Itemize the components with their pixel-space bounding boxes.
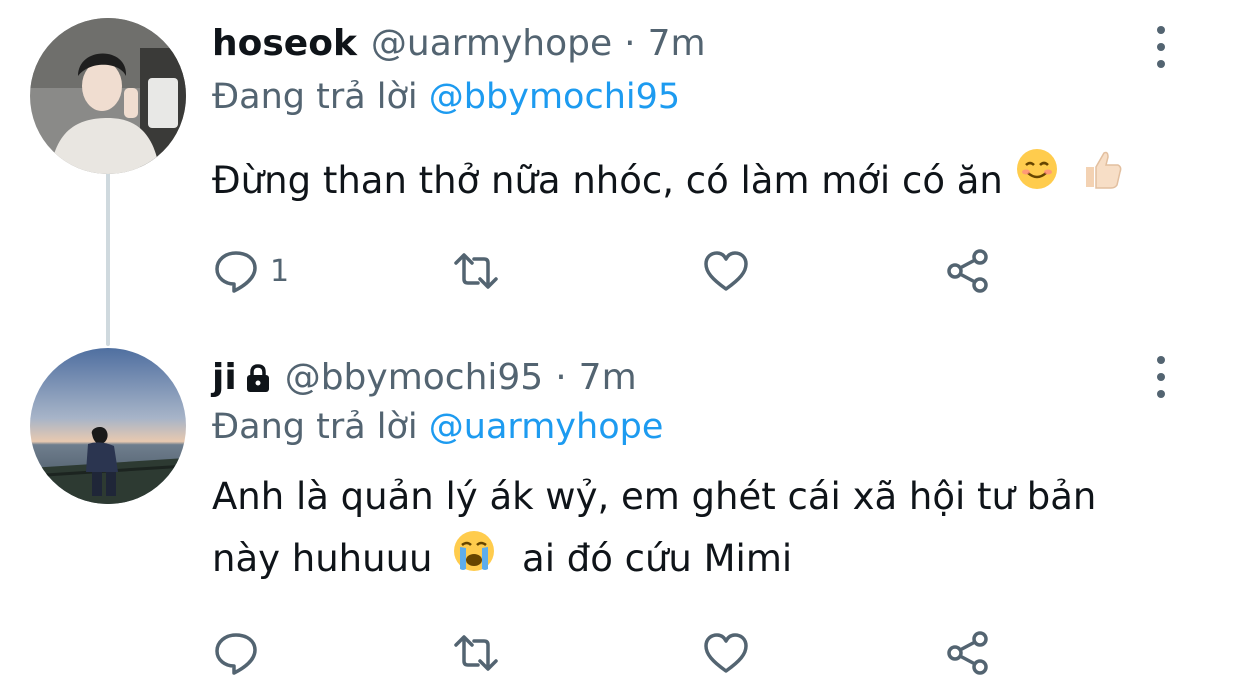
lock-icon (246, 364, 269, 392)
reply-icon (215, 633, 257, 675)
display-name[interactable]: hoseok (212, 26, 357, 62)
user-handle[interactable]: @bbymochi95 (285, 360, 544, 396)
like-button[interactable] (702, 628, 750, 678)
user-handle[interactable]: @uarmyhope (371, 26, 612, 62)
replying-mention[interactable]: @bbymochi95 (429, 77, 680, 117)
tweet-text: Đừng than thở nữa nhóc, có làm mới có ăn (212, 147, 1172, 212)
smiling-face-emoji (1015, 147, 1059, 210)
retweet-button[interactable] (452, 246, 500, 296)
tweet-header: ji @bbymochi95 · 7m (212, 360, 637, 396)
retweet-icon (454, 253, 498, 289)
avatar[interactable] (30, 18, 186, 174)
share-button[interactable] (944, 246, 992, 296)
replying-label: Đang trả lời (212, 407, 418, 447)
share-button[interactable] (944, 628, 992, 678)
thumbs-up-emoji (1080, 147, 1124, 210)
reply-thread: hoseok @uarmyhope · 7m Đang trả lời @bby… (0, 0, 1242, 694)
share-icon (947, 631, 988, 675)
separator-dot: · (624, 23, 636, 64)
tweet-header: hoseok @uarmyhope · 7m (212, 26, 706, 62)
tweet-actions: 1 (212, 246, 1012, 296)
tweet-text: Anh là quản lý ák wỷ, em ghét cái xã hội… (212, 466, 1172, 592)
thread-connector-line (106, 172, 110, 346)
more-options-icon[interactable] (1148, 26, 1174, 68)
share-icon (947, 249, 988, 293)
display-name[interactable]: ji (212, 360, 237, 396)
separator-dot: · (555, 357, 567, 398)
reply-button[interactable] (212, 628, 270, 678)
retweet-button[interactable] (452, 628, 500, 678)
tweet-text-line: này huhuuu ai đó cứu Mimi (212, 528, 1172, 592)
reply-icon (215, 251, 257, 293)
tweet-text-content: này huhuuu (212, 537, 433, 580)
more-options-icon[interactable] (1148, 356, 1174, 398)
like-icon (704, 251, 748, 291)
replying-mention[interactable]: @uarmyhope (429, 407, 664, 447)
replying-label: Đang trả lời (212, 77, 418, 117)
reply-button[interactable]: 1 (212, 246, 289, 296)
timestamp[interactable]: 7m (648, 26, 706, 62)
crying-face-emoji (452, 529, 496, 592)
avatar[interactable] (30, 348, 186, 504)
reply-count: 1 (270, 253, 290, 289)
timestamp[interactable]: 7m (579, 360, 637, 396)
tweet-actions (212, 628, 1012, 678)
tweet-text-content: ai đó cứu Mimi (522, 537, 793, 580)
tweet-text-line: Anh là quản lý ák wỷ, em ghét cái xã hội… (212, 475, 1097, 518)
retweet-icon (454, 635, 498, 671)
like-button[interactable] (702, 246, 750, 296)
replying-to-line: Đang trả lời @uarmyhope (212, 410, 663, 445)
tweet-text-content: Đừng than thở nữa nhóc, có làm mới có ăn (212, 159, 1003, 202)
like-icon (704, 633, 748, 673)
replying-to-line: Đang trả lời @bbymochi95 (212, 80, 680, 115)
